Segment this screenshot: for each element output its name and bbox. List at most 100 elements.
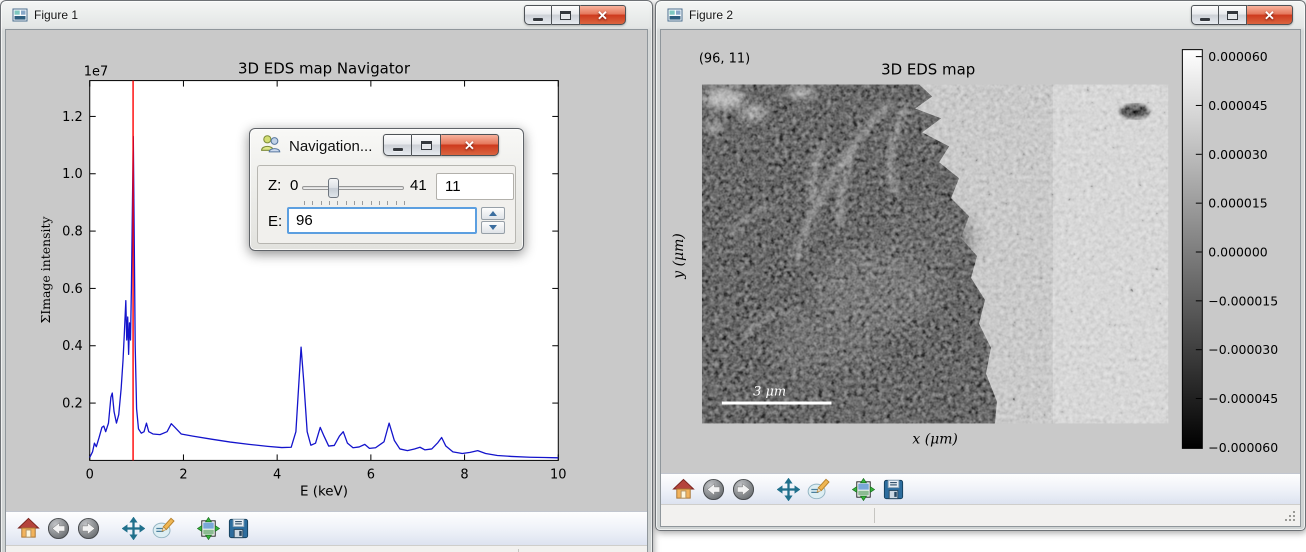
x-tick-label: 2 bbox=[179, 467, 187, 482]
colorbar-tick-label: 0.000030 bbox=[1208, 147, 1267, 162]
configure-subplots-icon bbox=[197, 517, 220, 540]
y-tick-label: 1.2 bbox=[62, 110, 83, 125]
x-tick-label: 0 bbox=[86, 467, 94, 482]
z-axis-label: Z: bbox=[268, 177, 281, 194]
navigation-dialog-titlebar[interactable]: Navigation... ✕ bbox=[250, 129, 523, 163]
edit-parameters-button[interactable] bbox=[803, 476, 833, 503]
z-slider-handle[interactable] bbox=[328, 178, 339, 198]
figure1-statusbar bbox=[6, 545, 647, 552]
z-max-label: 41 bbox=[410, 177, 427, 194]
edit-parameters-button[interactable] bbox=[148, 515, 178, 542]
cursor-coordinates-label: (96, 11) bbox=[699, 52, 750, 67]
y-axis-label: y (μm) bbox=[671, 233, 687, 279]
y-axis-label: ΣImage intensity bbox=[38, 216, 53, 323]
x-tick-label: 10 bbox=[550, 467, 566, 482]
dialog-title: Navigation... bbox=[289, 138, 372, 155]
forward-button[interactable] bbox=[73, 515, 103, 542]
navigator-spectrum-plot[interactable]: 02468100.20.40.60.81.01.2 3D EDS map Nav… bbox=[6, 30, 647, 511]
e-value: 96 bbox=[296, 212, 313, 229]
y-tick-label: 0.8 bbox=[62, 225, 83, 240]
z-value-input[interactable]: 11 bbox=[436, 173, 514, 200]
pan-button[interactable] bbox=[118, 515, 148, 542]
forward-icon bbox=[732, 478, 755, 501]
figure1-toolbar bbox=[6, 511, 647, 545]
dialog-close-button[interactable]: ✕ bbox=[441, 134, 499, 156]
configure-subplots-button[interactable] bbox=[193, 515, 223, 542]
maximize-button[interactable] bbox=[1219, 5, 1247, 25]
e-value-input[interactable]: 96 bbox=[287, 207, 477, 234]
scale-bar-label: 3 μm bbox=[753, 385, 786, 400]
home-icon bbox=[672, 478, 695, 501]
resize-grip[interactable] bbox=[1293, 519, 1295, 521]
navigation-panel: Z: 0 41 11 E: 96 bbox=[257, 165, 516, 244]
x-tick-label: 6 bbox=[367, 467, 375, 482]
eds-map-plot[interactable]: (96, 11) 3D EDS map bbox=[661, 30, 1300, 473]
edit-parameters-icon bbox=[807, 478, 830, 501]
colorbar-tick-label: 0.000015 bbox=[1208, 196, 1267, 211]
configure-subplots-button[interactable] bbox=[848, 476, 878, 503]
z-min-label: 0 bbox=[290, 177, 298, 194]
y-tick-label: 1.0 bbox=[62, 167, 83, 182]
figure2-statusbar bbox=[661, 504, 1300, 526]
configure-subplots-icon bbox=[852, 478, 875, 501]
back-icon bbox=[702, 478, 725, 501]
x-axis-label: x (μm) bbox=[912, 431, 957, 447]
navigation-dialog[interactable]: Navigation... ✕ Z: 0 41 bbox=[249, 128, 524, 251]
z-slider[interactable] bbox=[302, 178, 404, 208]
dialog-minimize-button[interactable] bbox=[383, 134, 412, 156]
colorbar-tick-label: 0.000045 bbox=[1208, 98, 1267, 113]
back-icon bbox=[47, 517, 70, 540]
e-axis-label: E: bbox=[268, 213, 282, 230]
figure1-canvas[interactable]: 02468100.20.40.60.81.01.2 3D EDS map Nav… bbox=[6, 30, 647, 511]
e-spin-up-button[interactable] bbox=[481, 207, 505, 220]
plot-title: 3D EDS map bbox=[881, 61, 975, 79]
z-value: 11 bbox=[445, 178, 461, 195]
minimize-button[interactable] bbox=[1191, 5, 1219, 25]
dialog-maximize-button[interactable] bbox=[412, 134, 441, 156]
figure1-titlebar[interactable]: Figure 1 ✕ bbox=[5, 1, 648, 29]
save-icon bbox=[882, 478, 905, 501]
forward-button[interactable] bbox=[728, 476, 758, 503]
colorbar-tick-label: −0.000030 bbox=[1208, 342, 1278, 357]
home-button[interactable] bbox=[668, 476, 698, 503]
colorbar-tick-label: −0.000060 bbox=[1208, 440, 1278, 455]
y-offset-label: 1e7 bbox=[84, 65, 108, 80]
z-slider-track[interactable] bbox=[302, 186, 404, 190]
eds-map-image[interactable]: 3 μm bbox=[702, 85, 1169, 424]
x-tick-label: 8 bbox=[460, 467, 468, 482]
minimize-button[interactable] bbox=[524, 5, 552, 25]
home-icon bbox=[17, 517, 40, 540]
figure2-canvas[interactable]: (96, 11) 3D EDS map bbox=[661, 30, 1300, 473]
figure-window-icon bbox=[667, 7, 683, 23]
back-button[interactable] bbox=[698, 476, 728, 503]
back-button[interactable] bbox=[43, 515, 73, 542]
save-icon bbox=[227, 517, 250, 540]
close-button[interactable]: ✕ bbox=[580, 5, 626, 25]
z-slider-ticks bbox=[304, 201, 404, 206]
x-axis-label: E (keV) bbox=[300, 484, 348, 499]
x-tick-label: 4 bbox=[273, 467, 281, 482]
maximize-button[interactable] bbox=[552, 5, 580, 25]
y-tick-label: 0.4 bbox=[62, 339, 83, 354]
edit-parameters-icon bbox=[152, 517, 175, 540]
e-spinner bbox=[481, 207, 505, 235]
people-icon bbox=[260, 133, 281, 159]
figure2-window: Figure 2 ✕ bbox=[655, 0, 1306, 531]
close-button[interactable]: ✕ bbox=[1247, 5, 1293, 25]
save-button[interactable] bbox=[878, 476, 908, 503]
home-button[interactable] bbox=[13, 515, 43, 542]
figure1-window: Figure 1 ✕ 02468100.20.40.60.81.01.2 3D … bbox=[0, 0, 653, 552]
window-title: Figure 2 bbox=[689, 8, 733, 22]
colorbar-tick-label: −0.000015 bbox=[1208, 293, 1278, 308]
pan-icon bbox=[777, 478, 800, 501]
figure2-titlebar[interactable]: Figure 2 ✕ bbox=[660, 1, 1301, 29]
scale-bar bbox=[722, 402, 832, 405]
figure-window-icon bbox=[12, 7, 28, 23]
e-spin-down-button[interactable] bbox=[481, 221, 505, 234]
y-tick-label: 0.2 bbox=[62, 397, 83, 412]
colorbar-tick-label: 0.000060 bbox=[1208, 49, 1267, 64]
window-title: Figure 1 bbox=[34, 8, 78, 22]
forward-icon bbox=[77, 517, 100, 540]
pan-button[interactable] bbox=[773, 476, 803, 503]
save-button[interactable] bbox=[223, 515, 253, 542]
